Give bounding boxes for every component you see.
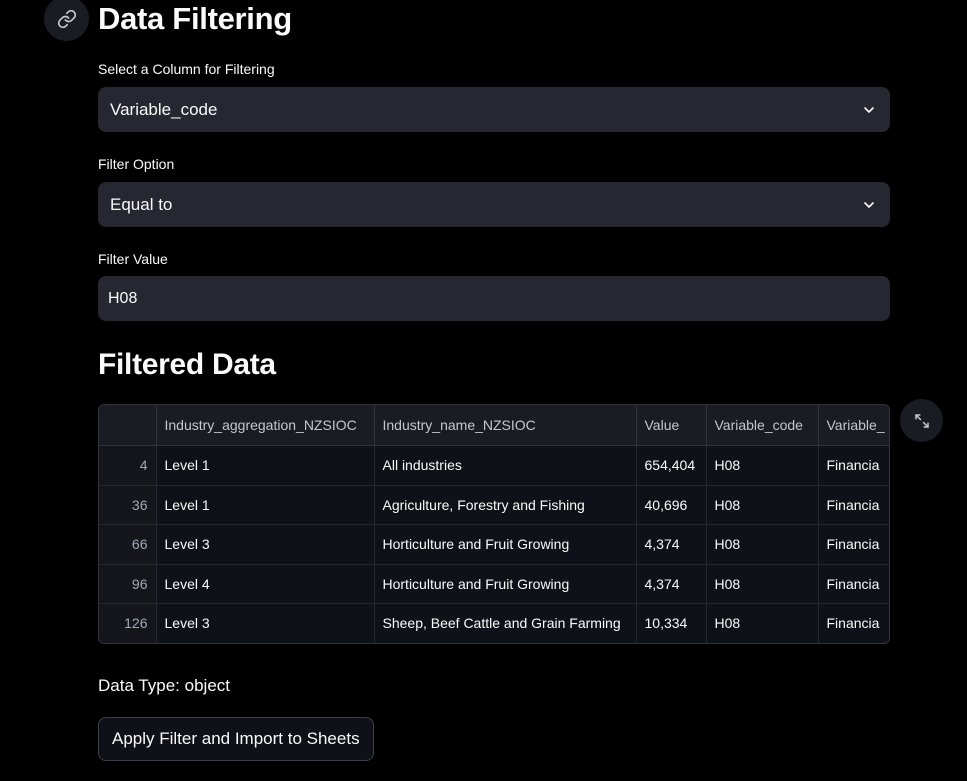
row-index: 66: [99, 524, 157, 565]
table-cell[interactable]: H08: [706, 445, 819, 486]
page-title: Data Filtering: [98, 1, 292, 36]
fullscreen-icon: [914, 413, 929, 428]
column-header-variable-name[interactable]: Variable_: [818, 405, 889, 446]
filter-value-input[interactable]: [98, 276, 890, 321]
table-cell[interactable]: 4,374: [636, 524, 707, 565]
table-cell[interactable]: Financia: [818, 603, 889, 643]
data-grid: Industry_aggregation_NZSIOC Industry_nam…: [99, 405, 889, 643]
table-cell[interactable]: Financia: [818, 564, 889, 604]
chevron-down-icon: [860, 101, 878, 119]
column-header-industry-aggregation[interactable]: Industry_aggregation_NZSIOC: [156, 405, 375, 446]
row-index: 36: [99, 485, 157, 525]
index-column-header[interactable]: [99, 405, 157, 446]
table-header-row: Industry_aggregation_NZSIOC Industry_nam…: [99, 405, 889, 446]
app-page: Data Filtering Select a Column for Filte…: [0, 0, 967, 781]
chevron-down-icon: [860, 196, 878, 214]
table-cell[interactable]: Level 3: [156, 524, 375, 565]
link-icon: [57, 9, 76, 28]
row-index: 96: [99, 564, 157, 604]
table-cell[interactable]: Financia: [818, 524, 889, 565]
table-cell[interactable]: H08: [706, 603, 819, 643]
column-select-value: Variable_code: [110, 99, 218, 119]
table-cell[interactable]: Horticulture and Fruit Growing: [374, 564, 637, 604]
filter-option-label: Filter Option: [98, 156, 175, 172]
column-select[interactable]: Variable_code: [98, 87, 890, 132]
table-cell[interactable]: 654,404: [636, 445, 707, 486]
table-cell[interactable]: Level 1: [156, 485, 375, 525]
table-row: 66 Level 3 Horticulture and Fruit Growin…: [99, 524, 889, 565]
table-cell[interactable]: 10,334: [636, 603, 707, 643]
fullscreen-button[interactable]: [900, 399, 943, 442]
table-cell[interactable]: 4,374: [636, 564, 707, 604]
column-header-variable-code[interactable]: Variable_code: [706, 405, 819, 446]
table-cell[interactable]: H08: [706, 524, 819, 565]
table-cell[interactable]: Level 4: [156, 564, 375, 604]
table-cell[interactable]: Horticulture and Fruit Growing: [374, 524, 637, 565]
table-cell[interactable]: Agriculture, Forestry and Fishing: [374, 485, 637, 525]
table-cell[interactable]: Financia: [818, 485, 889, 525]
table-row: 96 Level 4 Horticulture and Fruit Growin…: [99, 564, 889, 604]
table-cell[interactable]: All industries: [374, 445, 637, 486]
filter-option-value: Equal to: [110, 194, 173, 214]
filter-value-label: Filter Value: [98, 251, 168, 267]
table-row: 4 Level 1 All industries 654,404 H08 Fin…: [99, 445, 889, 486]
row-index: 126: [99, 603, 157, 643]
filter-option-select[interactable]: Equal to: [98, 182, 890, 227]
row-index: 4: [99, 445, 157, 486]
table-cell[interactable]: Sheep, Beef Cattle and Grain Farming: [374, 603, 637, 643]
table-cell[interactable]: Level 1: [156, 445, 375, 486]
column-header-value[interactable]: Value: [636, 405, 707, 446]
table-cell[interactable]: H08: [706, 564, 819, 604]
table-cell[interactable]: Financia: [818, 445, 889, 486]
filtered-data-title: Filtered Data: [98, 348, 276, 381]
table-row: 36 Level 1 Agriculture, Forestry and Fis…: [99, 485, 889, 525]
table-cell[interactable]: 40,696: [636, 485, 707, 525]
header-anchor-link[interactable]: [44, 0, 89, 41]
data-type-text: Data Type: object: [98, 676, 230, 695]
data-table[interactable]: Industry_aggregation_NZSIOC Industry_nam…: [98, 404, 890, 644]
column-select-label: Select a Column for Filtering: [98, 61, 275, 77]
apply-filter-button[interactable]: Apply Filter and Import to Sheets: [98, 717, 374, 761]
table-row: 126 Level 3 Sheep, Beef Cattle and Grain…: [99, 603, 889, 643]
column-header-industry-name[interactable]: Industry_name_NZSIOC: [374, 405, 637, 446]
table-cell[interactable]: H08: [706, 485, 819, 525]
table-cell[interactable]: Level 3: [156, 603, 375, 643]
